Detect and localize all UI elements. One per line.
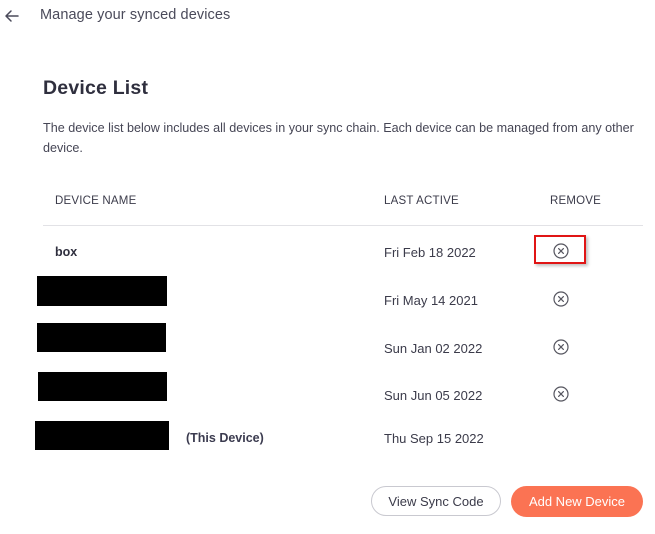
this-device-label: (This Device) — [186, 431, 264, 445]
table-row: Sun Jan 02 2022 — [37, 323, 643, 369]
last-active-date: Fri Feb 18 2022 — [384, 245, 476, 260]
back-button[interactable] — [3, 7, 21, 25]
table-row: Fri May 14 2021 — [37, 276, 643, 321]
table-row: (This Device) Thu Sep 15 2022 — [35, 421, 643, 463]
arrow-left-icon — [5, 10, 19, 22]
device-name: box — [55, 245, 78, 259]
redacted-device-name — [37, 323, 166, 352]
column-header-last-active: LAST ACTIVE — [384, 195, 459, 207]
close-circle-icon — [553, 339, 569, 355]
last-active-date: Sun Jun 05 2022 — [384, 388, 483, 403]
redacted-device-name — [35, 421, 169, 450]
top-bar: Manage your synced devices — [0, 0, 655, 34]
remove-device-button[interactable] — [552, 290, 570, 308]
device-table-header: DEVICE NAME LAST ACTIVE REMOVE — [43, 195, 643, 226]
page-title: Manage your synced devices — [40, 7, 231, 23]
column-header-remove: REMOVE — [550, 195, 602, 207]
view-sync-code-button[interactable]: View Sync Code — [371, 486, 501, 516]
remove-device-button[interactable] — [552, 385, 570, 403]
add-new-device-button[interactable]: Add New Device — [511, 486, 643, 517]
last-active-date: Sun Jan 02 2022 — [384, 341, 483, 356]
device-list-description: The device list below includes all devic… — [43, 121, 634, 155]
redacted-device-name — [38, 372, 167, 401]
close-circle-icon — [553, 291, 569, 307]
last-active-date: Thu Sep 15 2022 — [384, 431, 484, 446]
last-active-date: Fri May 14 2021 — [384, 293, 478, 308]
remove-device-button[interactable] — [552, 338, 570, 356]
redacted-device-name — [37, 276, 167, 306]
close-circle-icon — [553, 386, 569, 402]
table-row: Sun Jun 05 2022 — [38, 372, 643, 416]
device-list-heading: Device List — [43, 77, 149, 99]
column-header-device-name: DEVICE NAME — [55, 195, 137, 207]
highlight-annotation — [534, 235, 586, 264]
